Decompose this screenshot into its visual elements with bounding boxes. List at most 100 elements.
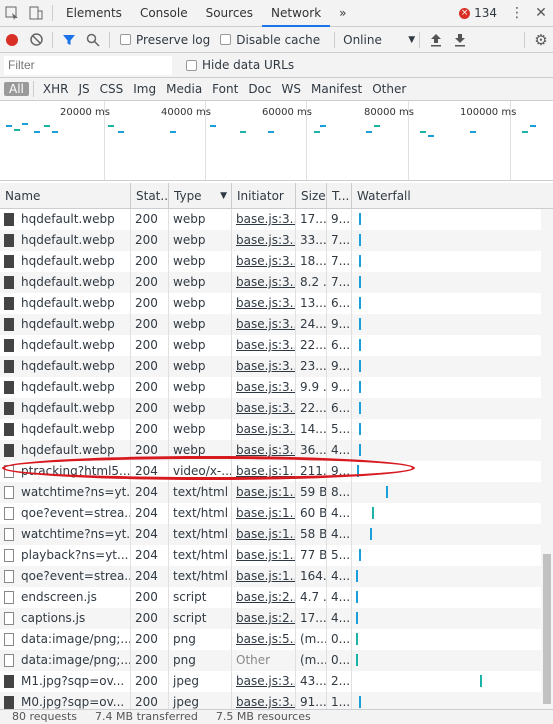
request-name-cell[interactable]: data:image/png;... [0, 650, 131, 671]
type-filter-manifest[interactable]: Manifest [306, 82, 367, 96]
request-name-cell[interactable]: watchtime?ns=yt... [0, 482, 131, 503]
request-name-cell[interactable]: hqdefault.webp [0, 314, 131, 335]
table-row[interactable]: qoe?event=strea... 204 text/html base.js:1.… [0, 503, 553, 524]
table-row[interactable]: data:image/png;... 200 png base.js:5... (m..… [0, 629, 553, 650]
hide-data-urls-checkbox[interactable]: Hide data URLs [186, 58, 294, 72]
table-row[interactable]: M1.jpg?sqp=ov... 200 jpeg base.js:3... 43...… [0, 671, 553, 692]
table-row[interactable]: endscreen.js 200scriptbase.js:2...4.7 ...… [0, 587, 553, 608]
request-name-cell[interactable]: hqdefault.webp [0, 209, 131, 230]
request-name-cell[interactable]: hqdefault.webp [0, 398, 131, 419]
request-name-cell[interactable]: playback?ns=yt... [0, 545, 131, 566]
type-filter-ws[interactable]: WS [277, 82, 306, 96]
request-initiator[interactable]: base.js:1... [232, 524, 296, 545]
request-initiator[interactable]: base.js:3... [232, 272, 296, 293]
request-initiator[interactable]: base.js:5... [232, 629, 296, 650]
error-counter[interactable]: × 134 [459, 6, 497, 20]
request-name-cell[interactable]: hqdefault.webp [0, 293, 131, 314]
request-name-cell[interactable]: hqdefault.webp [0, 230, 131, 251]
request-initiator[interactable]: base.js:1... [232, 566, 296, 587]
request-name-cell[interactable]: hqdefault.webp [0, 335, 131, 356]
table-row[interactable]: watchtime?ns=yt... 204 text/html base.js:1.… [0, 482, 553, 503]
request-initiator[interactable]: base.js:3... [232, 419, 296, 440]
table-row[interactable]: hqdefault.webp 200webpbase.js:3...8.2 ...… [0, 272, 553, 293]
request-initiator[interactable]: base.js:3... [232, 293, 296, 314]
type-filter-xhr[interactable]: XHR [38, 82, 74, 96]
type-filter-other[interactable]: Other [367, 82, 411, 96]
tab-console[interactable]: Console [131, 0, 197, 27]
inspect-element-icon[interactable] [0, 1, 24, 25]
request-initiator[interactable]: base.js:2... [232, 587, 296, 608]
table-row[interactable]: hqdefault.webp 200 webp base.js:3... 22... 6.… [0, 335, 553, 356]
type-filter-font[interactable]: Font [207, 82, 243, 96]
request-name-cell[interactable]: captions.js [0, 608, 131, 629]
column-name[interactable]: Name [0, 183, 131, 208]
request-name-cell[interactable]: watchtime?ns=yt... [0, 524, 131, 545]
table-row[interactable]: hqdefault.webp 200 webp base.js:3... 14... 5.… [0, 419, 553, 440]
table-row[interactable]: hqdefault.webp 200 webp base.js:3... 33... 7.… [0, 230, 553, 251]
request-name-cell[interactable]: endscreen.js [0, 587, 131, 608]
request-initiator[interactable]: base.js:3... [232, 377, 296, 398]
request-name-cell[interactable]: qoe?event=strea... [0, 503, 131, 524]
column-status[interactable]: Stat... [131, 183, 169, 208]
disable-cache-checkbox[interactable]: Disable cache [220, 33, 320, 47]
request-name-cell[interactable]: qoe?event=strea... [0, 566, 131, 587]
filter-input[interactable] [4, 55, 172, 75]
table-row[interactable]: hqdefault.webp 200 webp base.js:3... 23... 9.… [0, 356, 553, 377]
filter-icon[interactable] [57, 28, 81, 52]
table-row[interactable]: qoe?event=strea... 204 text/html base.js:1.… [0, 566, 553, 587]
scrollbar-thumb[interactable] [543, 554, 551, 704]
checkbox-box[interactable] [220, 34, 232, 45]
request-name-cell[interactable]: hqdefault.webp [0, 419, 131, 440]
table-row[interactable]: M0.jpg?sqp=ov... 200 jpeg base.js:3... 91...… [0, 692, 553, 709]
table-row[interactable]: data:image/png;... 200 png Other (m... 0... [0, 650, 553, 671]
table-row[interactable]: hqdefault.webp 200 webp base.js:3... 13... 6.… [0, 293, 553, 314]
request-initiator[interactable]: base.js:3... [232, 356, 296, 377]
table-row[interactable]: captions.js 200 script base.js:2... 17... 4..… [0, 608, 553, 629]
request-initiator[interactable]: base.js:3... [232, 251, 296, 272]
type-filter-all[interactable]: All [4, 82, 29, 96]
request-initiator[interactable]: base.js:3... [232, 692, 296, 709]
search-icon[interactable] [81, 28, 105, 52]
record-icon[interactable] [0, 28, 24, 52]
preserve-log-checkbox[interactable]: Preserve log [120, 33, 210, 47]
network-overview-timeline[interactable]: 20000 ms 40000 ms 60000 ms 80000 ms 1000… [0, 101, 553, 181]
table-row[interactable]: hqdefault.webp 200 webp base.js:3... 22... 6.… [0, 398, 553, 419]
column-waterfall[interactable]: Waterfall [352, 183, 553, 208]
throttling-select[interactable]: Online ▼ [343, 33, 415, 47]
request-name-cell[interactable]: hqdefault.webp [0, 356, 131, 377]
request-initiator[interactable]: base.js:3... [232, 398, 296, 419]
request-initiator[interactable]: base.js:1... [232, 503, 296, 524]
clear-icon[interactable] [24, 28, 48, 52]
checkbox-box[interactable] [120, 34, 131, 45]
request-name-cell[interactable]: data:image/png;... [0, 629, 131, 650]
table-row[interactable]: hqdefault.webp 200webpbase.js:3...9.9 ...… [0, 377, 553, 398]
tab-network[interactable]: Network [262, 0, 331, 27]
request-name-cell[interactable]: hqdefault.webp [0, 377, 131, 398]
table-row[interactable]: hqdefault.webp 200 webp base.js:3... 18... 7.… [0, 251, 553, 272]
request-initiator[interactable]: base.js:3... [232, 671, 296, 692]
export-har-icon[interactable] [448, 28, 472, 52]
table-row[interactable]: playback?ns=yt... 204 text/html base.js:1..… [0, 545, 553, 566]
request-name-cell[interactable]: hqdefault.webp [0, 272, 131, 293]
type-filter-doc[interactable]: Doc [243, 82, 276, 96]
type-filter-img[interactable]: Img [128, 82, 161, 96]
tab-elements[interactable]: Elements [57, 0, 131, 27]
column-type[interactable]: Type ▼ [169, 183, 232, 208]
request-name-cell[interactable]: M1.jpg?sqp=ov... [0, 671, 131, 692]
request-name-cell[interactable]: hqdefault.webp [0, 251, 131, 272]
kebab-menu-icon[interactable]: ⋮ [505, 1, 529, 25]
close-icon[interactable]: ✕ [529, 1, 553, 25]
request-initiator[interactable]: base.js:3... [232, 209, 296, 230]
request-initiator[interactable]: base.js:3... [232, 335, 296, 356]
more-tabs-button[interactable]: » [330, 0, 355, 27]
request-initiator[interactable]: base.js:3... [232, 230, 296, 251]
type-filter-media[interactable]: Media [161, 82, 207, 96]
column-size[interactable]: Size [296, 183, 327, 208]
request-name-cell[interactable]: M0.jpg?sqp=ov... [0, 692, 131, 709]
request-initiator[interactable]: base.js:3... [232, 314, 296, 335]
tab-sources[interactable]: Sources [197, 0, 262, 27]
column-time[interactable]: T... [327, 183, 352, 208]
request-initiator[interactable]: base.js:2... [232, 608, 296, 629]
import-har-icon[interactable] [424, 28, 448, 52]
column-initiator[interactable]: Initiator [232, 183, 296, 208]
